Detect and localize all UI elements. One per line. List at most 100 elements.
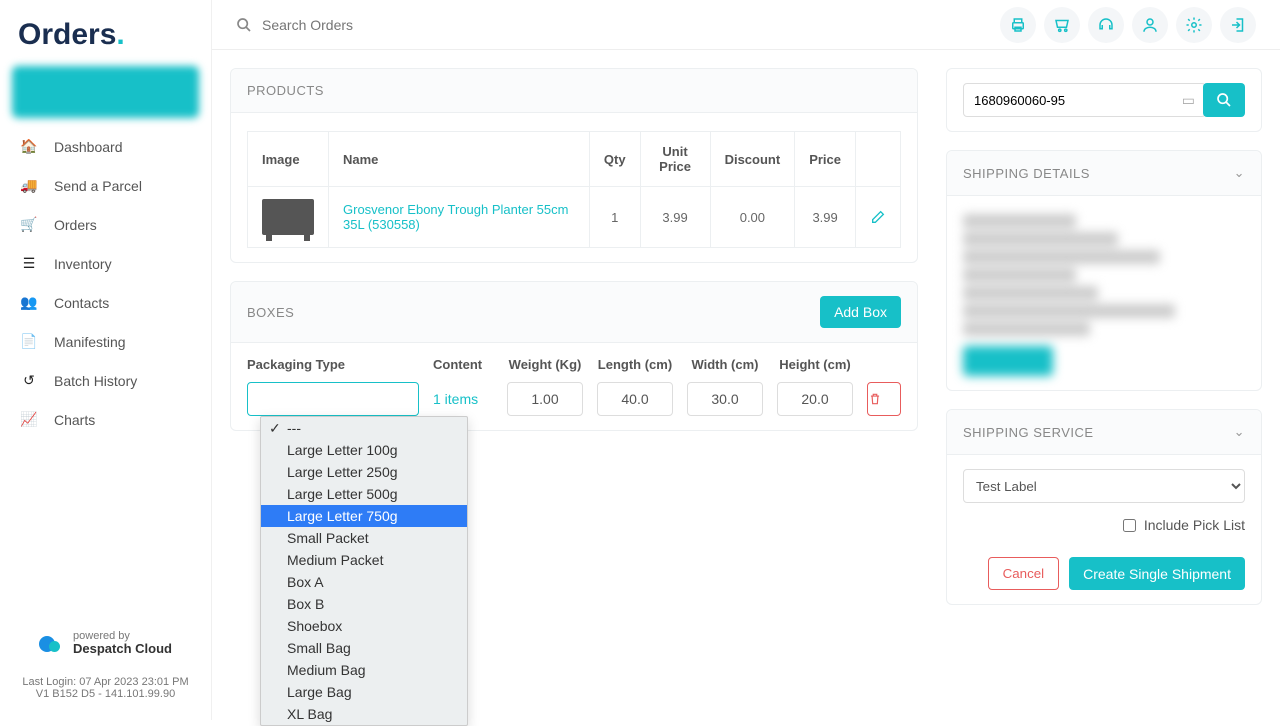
sidebar-item-label: Send a Parcel bbox=[54, 178, 142, 194]
sidebar-item-inventory[interactable]: ☰Inventory bbox=[12, 245, 199, 282]
powered-by: powered byDespatch Cloud bbox=[12, 630, 199, 656]
table-row: Grosvenor Ebony Trough Planter 55cm 35L … bbox=[248, 187, 901, 248]
col-height: Height (cm) bbox=[777, 357, 853, 372]
truck-icon: 🚚 bbox=[18, 177, 40, 194]
include-pick-list-checkbox[interactable] bbox=[1123, 519, 1136, 532]
users-icon: 👥 bbox=[18, 294, 40, 311]
weight-input[interactable] bbox=[507, 382, 583, 416]
cell-price: 3.99 bbox=[795, 187, 856, 248]
contact-card-icon: ▭ bbox=[1182, 92, 1195, 109]
chart-icon: 📈 bbox=[18, 411, 40, 428]
col-name: Name bbox=[329, 132, 590, 187]
col-content: Content bbox=[433, 357, 493, 372]
col-packaging: Packaging Type bbox=[247, 357, 419, 372]
order-search-panel: ▭ bbox=[946, 68, 1262, 132]
topbar-cart-button[interactable] bbox=[1044, 7, 1080, 43]
height-input[interactable] bbox=[777, 382, 853, 416]
sidebar-item-label: Manifesting bbox=[54, 334, 126, 350]
packaging-option[interactable]: Small Packet bbox=[261, 527, 467, 549]
packaging-option[interactable]: Large Bag bbox=[261, 681, 467, 703]
include-pick-list-label: Include Pick List bbox=[1144, 517, 1245, 533]
sidebar-item-batch-history[interactable]: ↺ Batch History bbox=[12, 362, 199, 399]
topbar-support-button[interactable] bbox=[1088, 7, 1124, 43]
shipping-details-heading: SHIPPING DETAILS bbox=[963, 166, 1090, 181]
packaging-option[interactable]: Shoebox bbox=[261, 615, 467, 637]
despatch-cloud-logo bbox=[39, 634, 67, 652]
product-thumbnail bbox=[262, 199, 314, 235]
shipping-details-panel: SHIPPING DETAILS ⌄ bbox=[946, 150, 1262, 391]
packaging-option[interactable]: Large Letter 250g bbox=[261, 461, 467, 483]
col-qty: Qty bbox=[589, 132, 640, 187]
packaging-option[interactable]: Medium Packet bbox=[261, 549, 467, 571]
cart-icon: 🛒 bbox=[18, 216, 40, 233]
packaging-option[interactable]: XL Bag bbox=[261, 703, 467, 725]
col-width: Width (cm) bbox=[687, 357, 763, 372]
box-content-link[interactable]: 1 items bbox=[433, 391, 493, 407]
sidebar-item-label: Dashboard bbox=[54, 139, 123, 155]
col-discount: Discount bbox=[710, 132, 795, 187]
cell-unit-price: 3.99 bbox=[640, 187, 710, 248]
packaging-option[interactable]: Large Letter 100g bbox=[261, 439, 467, 461]
shipping-service-heading: SHIPPING SERVICE bbox=[963, 425, 1094, 440]
col-image: Image bbox=[248, 132, 329, 187]
packaging-option[interactable]: Large Letter 500g bbox=[261, 483, 467, 505]
shipping-address bbox=[963, 214, 1245, 336]
order-search-button[interactable] bbox=[1203, 83, 1245, 117]
packaging-option[interactable]: --- bbox=[261, 417, 467, 439]
chevron-down-icon[interactable]: ⌄ bbox=[1234, 424, 1245, 440]
edit-product-button[interactable] bbox=[870, 209, 886, 225]
add-box-button[interactable]: Add Box bbox=[820, 296, 901, 328]
sidebar-item-label: Inventory bbox=[54, 256, 112, 272]
col-price: Price bbox=[795, 132, 856, 187]
home-icon: 🏠 bbox=[18, 138, 40, 155]
packaging-option[interactable]: Box A bbox=[261, 571, 467, 593]
packaging-option[interactable]: Large Letter 750g bbox=[261, 505, 467, 527]
delete-box-button[interactable] bbox=[867, 382, 901, 416]
products-panel: PRODUCTS Image Name Qty Unit Price Disco… bbox=[230, 68, 918, 263]
sidebar-item-dashboard[interactable]: 🏠 Dashboard bbox=[12, 128, 199, 165]
shipping-action-button[interactable] bbox=[963, 346, 1053, 376]
topbar-settings-button[interactable] bbox=[1176, 7, 1212, 43]
cancel-button[interactable]: Cancel bbox=[988, 557, 1060, 590]
search-input[interactable] bbox=[262, 17, 522, 33]
packaging-option[interactable]: Box B bbox=[261, 593, 467, 615]
boxes-panel: BOXES Add Box Packaging Type Content Wei… bbox=[230, 281, 918, 431]
packaging-type-select[interactable] bbox=[247, 382, 419, 416]
shipping-service-panel: SHIPPING SERVICE ⌄ Test Label Include Pic… bbox=[946, 409, 1262, 605]
topbar-logout-button[interactable] bbox=[1220, 7, 1256, 43]
shipping-service-select[interactable]: Test Label bbox=[963, 469, 1245, 503]
cell-discount: 0.00 bbox=[710, 187, 795, 248]
sidebar-item-charts[interactable]: 📈 Charts bbox=[12, 401, 199, 438]
version: V1 B152 D5 - 141.101.99.90 bbox=[12, 688, 199, 700]
width-input[interactable] bbox=[687, 382, 763, 416]
products-table: Image Name Qty Unit Price Discount Price bbox=[247, 131, 901, 248]
cell-qty: 1 bbox=[589, 187, 640, 248]
topbar-print-button[interactable] bbox=[1000, 7, 1036, 43]
sidebar-item-label: Contacts bbox=[54, 295, 109, 311]
packaging-option[interactable]: Medium Bag bbox=[261, 659, 467, 681]
sidebar-item-label: Batch History bbox=[54, 373, 137, 389]
create-shipment-button[interactable]: Create Single Shipment bbox=[1069, 557, 1245, 590]
sidebar-item-contacts[interactable]: 👥 Contacts bbox=[12, 284, 199, 321]
col-length: Length (cm) bbox=[597, 357, 673, 372]
product-name-link[interactable]: Grosvenor Ebony Trough Planter 55cm 35L … bbox=[343, 202, 568, 232]
chevron-down-icon[interactable]: ⌄ bbox=[1234, 165, 1245, 181]
topbar-user-button[interactable] bbox=[1132, 7, 1168, 43]
sidebar-item-label: Charts bbox=[54, 412, 95, 428]
doc-icon: 📄 bbox=[18, 333, 40, 350]
user-card[interactable] bbox=[12, 66, 199, 118]
packaging-type-dropdown[interactable]: ---Large Letter 100gLarge Letter 250gLar… bbox=[260, 416, 468, 726]
sidebar-item-send-parcel[interactable]: 🚚 Send a Parcel bbox=[12, 167, 199, 204]
last-login: Last Login: 07 Apr 2023 23:01 PM bbox=[12, 676, 199, 688]
order-search-input[interactable] bbox=[963, 83, 1206, 117]
sidebar-item-manifesting[interactable]: 📄 Manifesting bbox=[12, 323, 199, 360]
sidebar-item-orders[interactable]: 🛒 Orders bbox=[12, 206, 199, 243]
packaging-option[interactable]: Small Bag bbox=[261, 637, 467, 659]
sidebar-item-label: Orders bbox=[54, 217, 97, 233]
length-input[interactable] bbox=[597, 382, 673, 416]
products-heading: PRODUCTS bbox=[247, 83, 324, 98]
col-unit-price: Unit Price bbox=[640, 132, 710, 187]
boxes-heading: BOXES bbox=[247, 305, 294, 320]
history-icon: ↺ bbox=[18, 372, 40, 389]
col-weight: Weight (Kg) bbox=[507, 357, 583, 372]
